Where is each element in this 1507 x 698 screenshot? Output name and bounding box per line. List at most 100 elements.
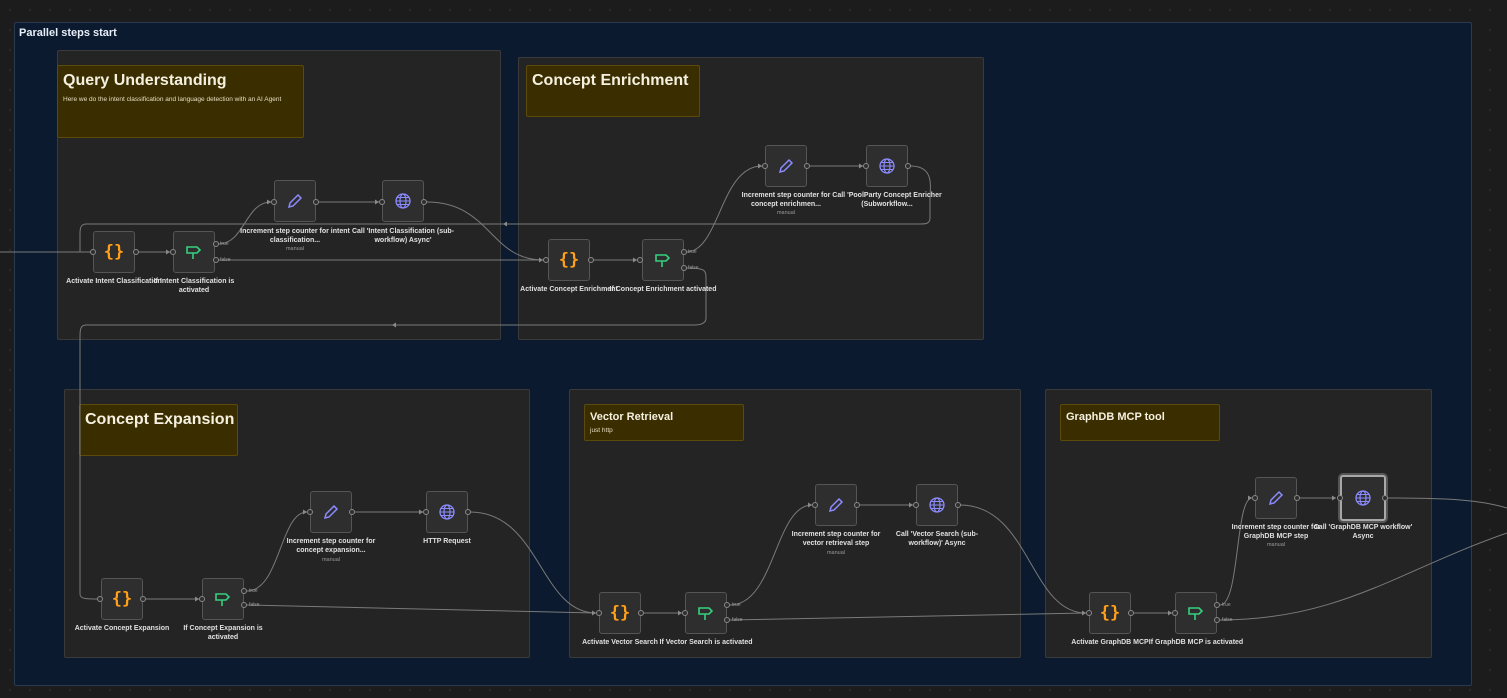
output-port[interactable] — [1128, 610, 1134, 616]
branch-label-false: false — [688, 265, 699, 271]
node-increment-expansion[interactable] — [310, 491, 352, 533]
branch-label-true: true — [688, 249, 697, 255]
node-call-intent-classification[interactable] — [382, 180, 424, 222]
output-port[interactable] — [133, 249, 139, 255]
output-port[interactable] — [1294, 495, 1300, 501]
branch-label-true: true — [220, 241, 229, 247]
node-increment-enrichment[interactable] — [765, 145, 807, 187]
input-port[interactable] — [97, 596, 103, 602]
node-activate-concept-expansion[interactable]: {} — [101, 578, 143, 620]
globe-icon — [438, 503, 456, 521]
arrowhead — [392, 322, 396, 328]
node-activate-vector-search[interactable]: {} — [599, 592, 641, 634]
node-if-concept-enrichment[interactable] — [642, 239, 684, 281]
node-activate-graphdb-mcp[interactable]: {} — [1089, 592, 1131, 634]
node-call-vector-search[interactable] — [916, 484, 958, 526]
globe-icon — [928, 496, 946, 514]
input-port[interactable] — [90, 249, 96, 255]
node-increment-vector[interactable] — [815, 484, 857, 526]
node-label: If Vector Search is activated — [659, 639, 753, 646]
edge — [1219, 497, 1253, 606]
output-port-false[interactable] — [1214, 617, 1220, 623]
input-port[interactable] — [423, 509, 429, 515]
node-label: Call 'PoolParty Concept Enricher (Subwor… — [832, 192, 942, 208]
node-if-intent-classification[interactable] — [173, 231, 215, 273]
input-port[interactable] — [682, 610, 688, 616]
input-port[interactable] — [1252, 495, 1258, 501]
code-braces-icon: {} — [609, 603, 631, 623]
branch-label-false: false — [220, 257, 231, 263]
output-port[interactable] — [638, 610, 644, 616]
node-label: Call 'GraphDB MCP workflow' Async — [1313, 524, 1413, 540]
output-port-true[interactable] — [241, 588, 247, 594]
input-port[interactable] — [762, 163, 768, 169]
branch-label-true: true — [732, 602, 741, 608]
output-port-true[interactable] — [213, 241, 219, 247]
globe-icon — [1354, 489, 1372, 507]
output-port[interactable] — [955, 502, 961, 508]
node-label: Increment step counter for intent classi… — [240, 228, 350, 244]
node-if-vector-search[interactable] — [685, 592, 727, 634]
branch-label-false: false — [249, 602, 260, 608]
node-call-graphdb-mcp[interactable] — [1340, 475, 1386, 521]
arrowhead — [1332, 495, 1336, 501]
output-port[interactable] — [313, 199, 319, 205]
pencil-icon — [286, 192, 304, 210]
output-port-true[interactable] — [724, 602, 730, 608]
input-port[interactable] — [271, 199, 277, 205]
node-label: Increment step counter for concept enric… — [741, 192, 831, 208]
node-label: HTTP Request — [423, 538, 471, 545]
node-label: If GraphDB MCP is activated — [1148, 639, 1244, 646]
node-http-request[interactable] — [426, 491, 468, 533]
node-subtitle: manual — [776, 210, 796, 216]
node-if-concept-expansion[interactable] — [202, 578, 244, 620]
output-port[interactable] — [140, 596, 146, 602]
input-port[interactable] — [596, 610, 602, 616]
input-port[interactable] — [1337, 495, 1343, 501]
node-label: Activate Concept Expansion — [74, 625, 170, 632]
node-if-graphdb-mcp[interactable] — [1175, 592, 1217, 634]
output-port[interactable] — [854, 502, 860, 508]
node-activate-intent-classification[interactable]: {} — [93, 231, 135, 273]
output-port[interactable] — [804, 163, 810, 169]
output-port-false[interactable] — [213, 257, 219, 263]
output-port-false[interactable] — [681, 265, 687, 271]
input-port[interactable] — [812, 502, 818, 508]
input-port[interactable] — [863, 163, 869, 169]
input-port[interactable] — [637, 257, 643, 263]
code-braces-icon: {} — [558, 250, 580, 270]
input-port[interactable] — [1172, 610, 1178, 616]
output-port-false[interactable] — [724, 617, 730, 623]
output-port-true[interactable] — [1214, 602, 1220, 608]
output-port[interactable] — [349, 509, 355, 515]
node-label: Increment step counter for concept expan… — [286, 538, 376, 554]
output-port[interactable] — [421, 199, 427, 205]
output-port[interactable] — [905, 163, 911, 169]
branch-label-true: true — [249, 588, 258, 594]
signpost-icon — [697, 605, 715, 621]
node-increment-graphdb[interactable] — [1255, 477, 1297, 519]
input-port[interactable] — [379, 199, 385, 205]
node-subtitle: manual — [826, 550, 846, 556]
input-port[interactable] — [170, 249, 176, 255]
input-port[interactable] — [199, 596, 205, 602]
node-call-poolparty-enricher[interactable] — [866, 145, 908, 187]
edge — [1385, 497, 1507, 509]
output-port[interactable] — [588, 257, 594, 263]
input-port[interactable] — [307, 509, 313, 515]
output-port[interactable] — [1382, 495, 1388, 501]
input-port[interactable] — [1086, 610, 1092, 616]
node-label: Increment step counter for vector retrie… — [791, 531, 881, 547]
output-port-true[interactable] — [681, 249, 687, 255]
node-increment-intent[interactable] — [274, 180, 316, 222]
node-label: If Intent Classification is activated — [153, 278, 235, 294]
globe-icon — [878, 157, 896, 175]
output-port[interactable] — [465, 509, 471, 515]
pencil-icon — [827, 496, 845, 514]
node-activate-concept-enrichment[interactable]: {} — [548, 239, 590, 281]
input-port[interactable] — [543, 257, 549, 263]
node-label: If Concept Expansion is activated — [183, 625, 263, 641]
input-port[interactable] — [913, 502, 919, 508]
branch-label-false: false — [732, 617, 743, 623]
output-port-false[interactable] — [241, 602, 247, 608]
